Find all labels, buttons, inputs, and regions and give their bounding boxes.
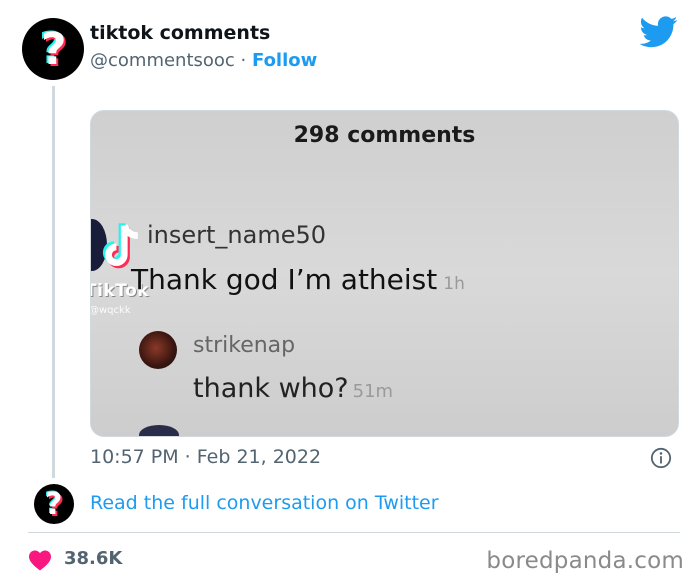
- author-handle[interactable]: @commentsooc: [90, 50, 235, 71]
- reply-text: thank who? 51m: [193, 373, 393, 404]
- info-icon[interactable]: [650, 447, 672, 469]
- boredpanda-watermark: boredpanda.com: [486, 548, 684, 574]
- tweet-media-image[interactable]: 298 comments TikTok @wqckk insert_name50…: [90, 110, 679, 437]
- author-name[interactable]: tiktok comments: [90, 22, 270, 44]
- reply-avatar: [139, 331, 177, 369]
- reply-username: strikenap: [193, 333, 296, 358]
- tweet-timestamp[interactable]: 10:57 PM · Feb 21, 2022: [90, 446, 321, 468]
- reply-time: 51m: [352, 381, 394, 402]
- separator: ·: [234, 50, 252, 71]
- question-mark-avatar[interactable]: ? ? ?: [34, 484, 74, 524]
- question-mark-avatar[interactable]: ? ? ?: [22, 18, 84, 80]
- read-conversation-link[interactable]: Read the full conversation on Twitter: [90, 492, 439, 514]
- twitter-bird-icon[interactable]: [640, 16, 678, 48]
- reply-body: thank who?: [193, 373, 349, 404]
- comment-username: insert_name50: [147, 221, 327, 249]
- follow-button[interactable]: Follow: [252, 50, 317, 71]
- divider: [28, 532, 680, 533]
- comment-body: Thank god I’m atheist: [131, 263, 438, 296]
- comment-time: 1h: [443, 274, 465, 294]
- author-handle-line: @commentsooc · Follow: [90, 50, 317, 71]
- like-count[interactable]: 38.6K: [64, 548, 122, 569]
- thread-line: [52, 86, 55, 478]
- tiktok-watermark-handle: @wqckk: [90, 305, 131, 316]
- comments-count: 298 comments: [293, 123, 476, 148]
- heart-icon[interactable]: [28, 549, 52, 571]
- comment-text: Thank god I’m atheist 1h: [131, 263, 465, 296]
- embedded-tweet: ? ? ? tiktok comments @commentsooc · Fol…: [0, 0, 700, 587]
